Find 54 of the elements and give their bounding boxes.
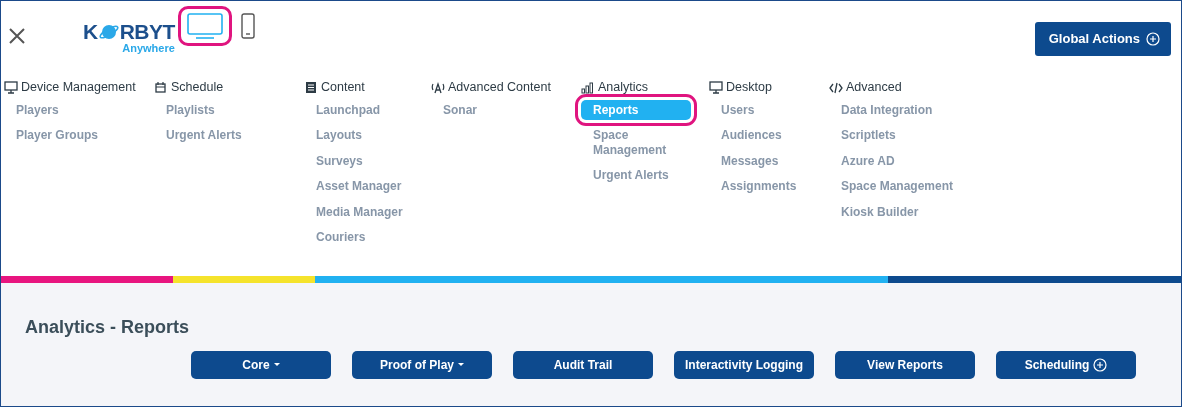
menu-item[interactable]: Surveys bbox=[304, 150, 431, 172]
menu-item[interactable]: Messages bbox=[709, 150, 829, 172]
document-icon bbox=[304, 80, 318, 94]
menu-heading: Content bbox=[321, 78, 365, 96]
toolbar-button[interactable]: Audit Trail bbox=[513, 350, 653, 379]
bar-chart-icon bbox=[581, 80, 595, 94]
logo-text: K bbox=[83, 21, 98, 42]
menu-heading: Analytics bbox=[598, 78, 649, 96]
toolbar-button[interactable]: Interactivity Logging bbox=[674, 350, 814, 379]
monitor-icon bbox=[709, 80, 723, 94]
menu-item[interactable]: Asset Manager bbox=[304, 176, 431, 197]
menu-heading: Advanced bbox=[846, 78, 902, 96]
plus-circle-icon bbox=[1146, 31, 1160, 46]
menu-item[interactable]: Playlists bbox=[154, 100, 304, 121]
menu-item[interactable]: Data Integration bbox=[829, 100, 989, 121]
menu-item[interactable]: Players bbox=[4, 100, 154, 121]
dropdown-button[interactable]: Core bbox=[191, 350, 331, 379]
menu-item[interactable]: Player Groups bbox=[4, 125, 154, 146]
logo-text: RBYT bbox=[119, 21, 175, 42]
caret-icon bbox=[458, 363, 464, 367]
dropdown-button[interactable]: Proof of Play bbox=[352, 350, 492, 379]
toolbar-button[interactable]: View Reports bbox=[835, 350, 975, 379]
menu-item[interactable]: Kiosk Builder bbox=[829, 201, 989, 222]
menu-item[interactable]: Couriers bbox=[304, 226, 431, 248]
caret-icon bbox=[273, 363, 280, 367]
menu-item[interactable]: Urgent Alerts bbox=[581, 165, 691, 186]
menu-heading: Advanced Content bbox=[448, 78, 551, 96]
global-actions-button[interactable]: Global Actions bbox=[1034, 22, 1171, 56]
menu-item[interactable]: Users bbox=[709, 100, 829, 121]
plus-circle-icon bbox=[1093, 357, 1108, 372]
logo-tagline: Anywhere bbox=[122, 43, 175, 54]
antenna-icon bbox=[431, 80, 445, 94]
calendar-icon bbox=[154, 80, 168, 94]
toolbar-button[interactable]: Scheduling bbox=[996, 350, 1136, 379]
code-icon bbox=[829, 80, 843, 94]
monitor-icon bbox=[4, 80, 18, 94]
monitor-icon bbox=[186, 13, 223, 39]
menu-item[interactable]: Layouts bbox=[304, 125, 431, 146]
menu-heading: Device Management bbox=[21, 78, 136, 96]
menu-item[interactable]: Space Management bbox=[829, 176, 989, 197]
menu-item[interactable]: Urgent Alerts bbox=[154, 125, 304, 146]
page-title: Analytics - Reports bbox=[25, 317, 191, 339]
menu-item[interactable]: Assignments bbox=[709, 176, 829, 197]
phone-icon bbox=[240, 13, 255, 39]
menu-item[interactable]: Media Manager bbox=[304, 201, 431, 222]
menu-item[interactable]: Space Management bbox=[581, 125, 691, 161]
menu-item[interactable]: Scriptlets bbox=[829, 125, 989, 146]
monitor-view-button[interactable] bbox=[180, 9, 229, 43]
menu-heading: Schedule bbox=[171, 78, 224, 96]
menu-item[interactable]: Audiences bbox=[709, 125, 829, 146]
menu-item[interactable]: Azure AD bbox=[829, 150, 989, 172]
menu-item[interactable]: Launchpad bbox=[304, 100, 431, 121]
menu-item[interactable]: Sonar bbox=[431, 100, 581, 121]
menu-heading: Desktop bbox=[726, 78, 772, 96]
